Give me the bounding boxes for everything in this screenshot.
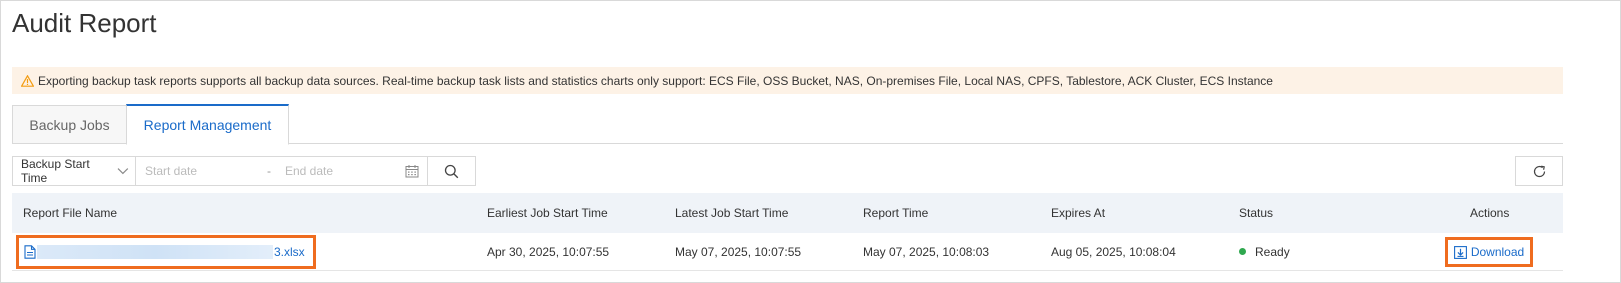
search-icon	[444, 164, 459, 178]
calendar-icon[interactable]	[405, 164, 419, 178]
status-badge: Ready	[1239, 233, 1290, 270]
file-name-suffix: 3.xlsx	[274, 245, 305, 259]
col-latest-job-start-time: Latest Job Start Time	[675, 206, 789, 220]
col-report-file-name: Report File Name	[23, 206, 118, 220]
tab-bar: Backup Jobs Report Management	[12, 104, 1563, 145]
download-label: Download	[1470, 245, 1525, 259]
status-dot-icon	[1239, 248, 1246, 255]
report-file-link[interactable]: 3.xlsx	[16, 235, 316, 269]
tab-report-management[interactable]: Report Management	[126, 104, 289, 145]
redacted-file-name	[37, 245, 273, 259]
status-text: Ready	[1255, 244, 1290, 259]
info-alert: Exporting backup task reports supports a…	[12, 67, 1563, 94]
time-field-value: Backup Start Time	[21, 157, 90, 185]
table-header: Report File Name Earliest Job Start Time…	[12, 193, 1563, 233]
latest-job-start-time: May 07, 2025, 10:07:55	[675, 244, 802, 259]
col-earliest-job-start-time: Earliest Job Start Time	[487, 206, 608, 220]
warning-icon	[21, 74, 34, 87]
page-title: Audit Report	[12, 8, 157, 38]
col-actions: Actions	[1470, 206, 1510, 220]
refresh-icon	[1533, 165, 1545, 177]
earliest-job-start-time: Apr 30, 2025, 10:07:55	[487, 244, 610, 259]
file-icon	[24, 245, 36, 259]
refresh-button[interactable]	[1515, 156, 1563, 186]
download-icon	[1453, 245, 1467, 259]
chevron-down-icon	[117, 168, 129, 175]
end-date-input[interactable]: End date	[285, 164, 333, 178]
start-date-input[interactable]: Start date	[145, 164, 197, 178]
filter-bar: Backup Start Time Start date - End date	[12, 156, 476, 186]
tab-backup-jobs[interactable]: Backup Jobs	[12, 105, 126, 144]
col-status: Status	[1239, 206, 1274, 220]
col-expires-at: Expires At	[1051, 206, 1106, 220]
search-button[interactable]	[428, 156, 476, 186]
date-range-picker[interactable]: Start date - End date	[136, 156, 428, 186]
table-row: 3.xlsx Apr 30, 2025, 10:07:55 May 07, 20…	[12, 233, 1563, 271]
col-report-time: Report Time	[863, 206, 929, 220]
time-field-select[interactable]: Backup Start Time	[12, 156, 136, 186]
download-button[interactable]: Download	[1445, 237, 1533, 267]
range-separator: -	[267, 164, 271, 178]
report-time: May 07, 2025, 10:08:03	[863, 244, 990, 259]
expires-at: Aug 05, 2025, 10:08:04	[1051, 244, 1176, 259]
alert-text: Exporting backup task reports supports a…	[38, 73, 1273, 88]
